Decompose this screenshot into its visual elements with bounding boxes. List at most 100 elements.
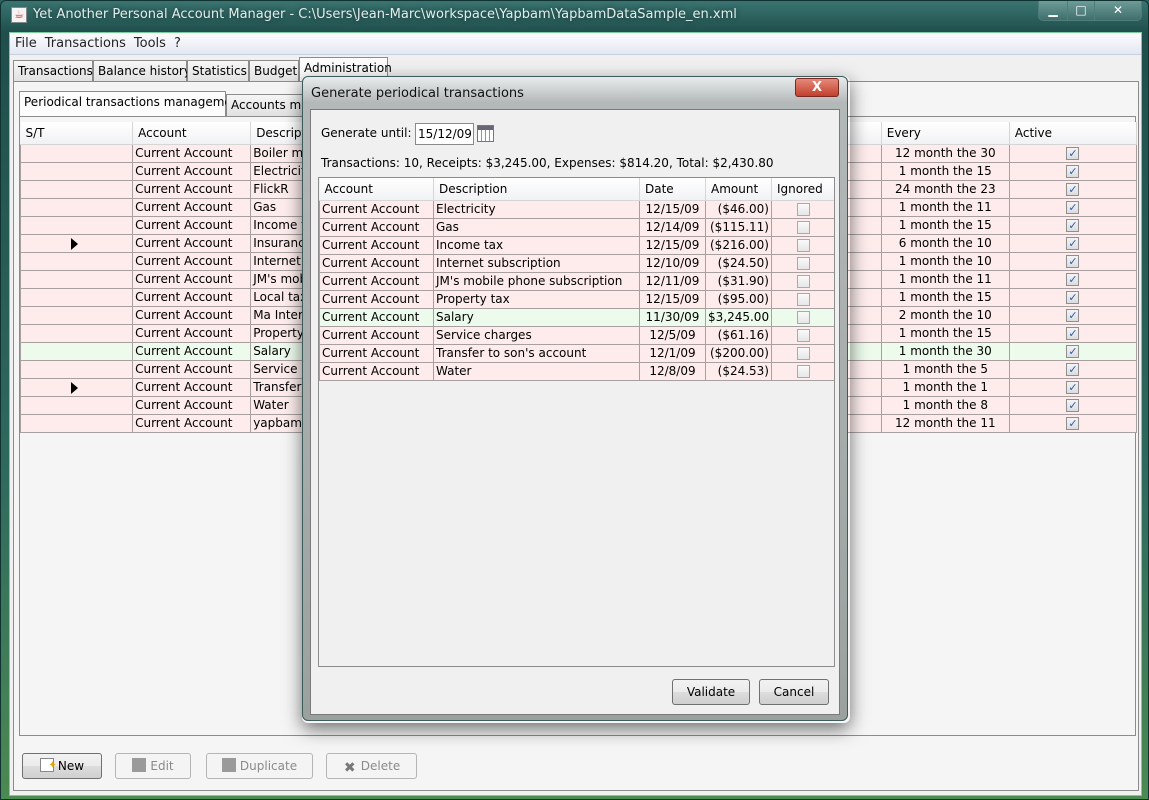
new-button[interactable]: ✦ New (22, 753, 102, 779)
every-cell: 1 month the 15 (880, 287, 1010, 307)
account-cell: Current Account (132, 305, 252, 325)
account-cell: Current Account (132, 161, 252, 181)
ignored-checkbox[interactable]: ✓ (796, 293, 810, 306)
active-checkbox[interactable]: ✓ (1066, 219, 1080, 232)
ignored-checkbox[interactable]: ✓ (796, 275, 810, 288)
ignored-checkbox[interactable]: ✓ (796, 329, 810, 342)
menu-tools[interactable]: Tools (130, 33, 170, 51)
ignored-checkbox[interactable]: ✓ (796, 257, 810, 270)
active-checkbox[interactable]: ✓ (1066, 309, 1080, 322)
menu-bar: File Transactions Tools? (10, 33, 1141, 55)
amount-cell: ($200.00) (705, 343, 772, 363)
table-row[interactable]: Current Account Electricity 12/15/09 ($46.0… (319, 199, 834, 219)
generate-periodical-dialog: Generate periodical transactions X Gener… (302, 76, 848, 721)
amount-cell: ($115.11) (705, 217, 772, 237)
active-checkbox[interactable]: ✓ (1066, 147, 1080, 160)
active-checkbox[interactable]: ✓ (1066, 273, 1080, 286)
column-header-account[interactable]: Account (319, 178, 434, 201)
table-row[interactable]: Current AccountGas12/14/09($115.11) ✓ (319, 217, 834, 237)
minimize-button[interactable]: ▁ (1038, 1, 1068, 21)
title-bar[interactable]: ☕ Yet Another Personal Account Manager -… (1, 1, 1148, 31)
table-row[interactable]: Current AccountWater12/8/09($24.53) ✓ (319, 361, 834, 381)
active-cell: ✓ (1008, 305, 1138, 325)
account-cell: Current Account (132, 377, 252, 397)
every-cell: 1 month the 11 (880, 269, 1010, 289)
ignored-checkbox[interactable]: ✓ (796, 365, 810, 378)
close-window-button[interactable]: ✕ (1094, 1, 1142, 21)
st-cell (19, 413, 134, 433)
active-checkbox[interactable]: ✓ (1066, 291, 1080, 304)
every-cell: 12 month the 30 (880, 143, 1010, 163)
st-cell (19, 197, 134, 217)
dialog-close-button[interactable]: X (795, 78, 839, 97)
account-cell: Current Account (132, 413, 252, 433)
column-header-account[interactable]: Account (132, 122, 252, 145)
new-document-icon: ✦ (39, 758, 57, 772)
ignored-checkbox[interactable]: ✓ (796, 311, 810, 324)
tab-balance-history[interactable]: Balance history (93, 60, 191, 82)
tab-budget[interactable]: Budget (249, 60, 299, 82)
delete-button[interactable]: ✖ Delete (326, 753, 417, 779)
every-cell: 1 month the 1 (880, 377, 1010, 397)
active-cell: ✓ (1008, 287, 1138, 307)
edit-button[interactable]: Edit (115, 753, 191, 779)
table-row[interactable]: Current Account JM's mobile phone subscri… (319, 271, 834, 291)
tab-periodical-transactions[interactable]: Periodical transactions management (19, 91, 244, 116)
table-row[interactable]: Current AccountSalary11/30/09$3,245.00 ✓ (319, 307, 834, 327)
dialog-title[interactable]: Generate periodical transactions (311, 86, 524, 101)
column-header-ignored[interactable]: Ignored (771, 178, 834, 201)
validate-button[interactable]: Validate (672, 679, 750, 705)
account-cell: Current Account (319, 307, 434, 327)
active-cell: ✓ (1008, 341, 1138, 361)
tab-transactions[interactable]: Transactions (13, 60, 93, 82)
table-row[interactable]: Current Account Income tax 12/15/09 ($216.0… (319, 235, 834, 255)
active-checkbox[interactable]: ✓ (1066, 237, 1080, 250)
generate-until-label: Generate until: (321, 126, 412, 140)
active-cell: ✓ (1008, 197, 1138, 217)
column-header-amount[interactable]: Amount (705, 178, 772, 201)
every-cell: 1 month the 5 (880, 359, 1010, 379)
active-checkbox[interactable]: ✓ (1066, 417, 1080, 430)
column-header-every[interactable]: Every (881, 122, 1010, 145)
account-cell: Current Account (319, 343, 434, 363)
every-cell: 12 month the 11 (880, 413, 1010, 433)
column-header-active[interactable]: Active (1009, 122, 1138, 145)
account-cell: Current Account (132, 251, 252, 271)
active-checkbox[interactable]: ✓ (1066, 255, 1080, 268)
active-checkbox[interactable]: ✓ (1066, 183, 1080, 196)
dialog-body: Generate until: Transactions: 10, Receip… (310, 109, 840, 715)
ignored-checkbox[interactable]: ✓ (796, 221, 810, 234)
table-row[interactable]: Current Account Property tax 12/15/09 ($95.… (319, 289, 834, 309)
maximize-button[interactable]: □ (1067, 1, 1095, 21)
table-row[interactable]: Current Account Internet subscription 12/1… (319, 253, 834, 273)
active-checkbox[interactable]: ✓ (1066, 201, 1080, 214)
tab-statistics[interactable]: Statistics (187, 60, 249, 82)
menu-transactions[interactable]: Transactions (41, 33, 130, 51)
active-checkbox[interactable]: ✓ (1066, 399, 1080, 412)
ignored-checkbox[interactable]: ✓ (796, 347, 810, 360)
active-checkbox[interactable]: ✓ (1066, 345, 1080, 358)
column-header-date[interactable]: Date (639, 178, 706, 201)
cancel-button[interactable]: Cancel (759, 679, 829, 705)
menu-help[interactable]: ? (170, 33, 185, 51)
column-header-description[interactable]: Description (433, 178, 640, 201)
table-row[interactable]: Current Account Transfer to son's account… (319, 343, 834, 363)
active-checkbox[interactable]: ✓ (1066, 363, 1080, 376)
duplicate-icon (221, 758, 236, 772)
active-checkbox[interactable]: ✓ (1066, 327, 1080, 340)
close-icon: X (811, 80, 823, 95)
ignored-checkbox[interactable]: ✓ (796, 203, 810, 216)
column-header-st[interactable]: S/T (20, 122, 134, 145)
active-checkbox[interactable]: ✓ (1066, 165, 1080, 178)
generate-until-date-input[interactable] (415, 123, 474, 145)
edit-button-label: Edit (150, 759, 174, 773)
ignored-cell: ✓ (771, 361, 834, 381)
generated-transactions-table[interactable]: Account Description Date Amount Ignored … (319, 178, 834, 381)
duplicate-button[interactable]: Duplicate (206, 753, 313, 779)
active-checkbox[interactable]: ✓ (1066, 381, 1080, 394)
ignored-checkbox[interactable]: ✓ (796, 239, 810, 252)
table-row[interactable]: Current Account Service charges 12/5/09 ($6… (319, 325, 834, 345)
menu-file[interactable]: File (11, 33, 41, 51)
calendar-icon[interactable] (477, 125, 494, 142)
description-cell: Electricity (433, 199, 640, 219)
